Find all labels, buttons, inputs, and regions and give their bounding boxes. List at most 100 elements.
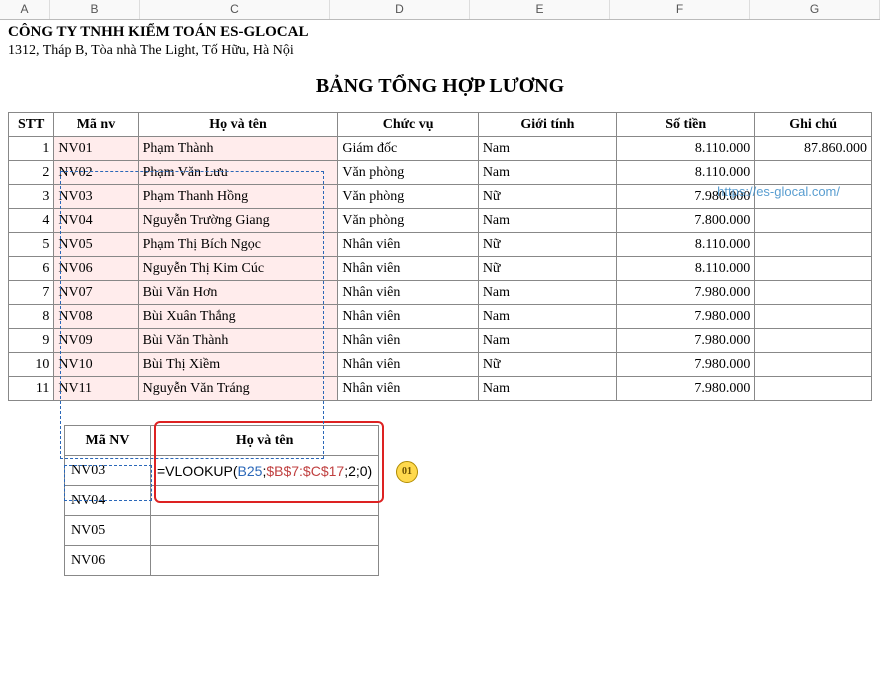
cell-ghichu[interactable]: 87.860.000 bbox=[755, 137, 872, 161]
cell-stt[interactable]: 7 bbox=[9, 281, 54, 305]
cell-chucvu[interactable]: Nhân viên bbox=[338, 353, 478, 377]
cell-hoten[interactable]: Nguyễn Thị Kim Cúc bbox=[138, 257, 338, 281]
col-header-B[interactable]: B bbox=[50, 0, 140, 19]
cell-gioitinh[interactable]: Nữ bbox=[478, 353, 616, 377]
table-row: 1NV01Phạm ThànhGiám đốcNam8.110.00087.86… bbox=[9, 137, 872, 161]
cell-stt[interactable]: 8 bbox=[9, 305, 54, 329]
lookup-manv-cell[interactable]: NV05 bbox=[65, 516, 151, 546]
cell-stt[interactable]: 2 bbox=[9, 161, 54, 185]
cell-sotien[interactable]: 7.980.000 bbox=[617, 377, 755, 401]
cell-chucvu[interactable]: Văn phòng bbox=[338, 209, 478, 233]
cell-stt[interactable]: 10 bbox=[9, 353, 54, 377]
col-header-D[interactable]: D bbox=[330, 0, 470, 19]
cell-sotien[interactable]: 8.110.000 bbox=[617, 257, 755, 281]
cell-chucvu[interactable]: Nhân viên bbox=[338, 257, 478, 281]
lookup-manv-cell[interactable]: NV03 bbox=[65, 456, 151, 486]
cell-chucvu[interactable]: Nhân viên bbox=[338, 281, 478, 305]
cell-hoten[interactable]: Bùi Văn Hơn bbox=[138, 281, 338, 305]
cell-sotien[interactable]: 8.110.000 bbox=[617, 233, 755, 257]
col-header-F[interactable]: F bbox=[610, 0, 750, 19]
col-header-E[interactable]: E bbox=[470, 0, 610, 19]
cell-gioitinh[interactable]: Nam bbox=[478, 161, 616, 185]
lookup-row: NV04 bbox=[65, 486, 379, 516]
cell-manv[interactable]: NV01 bbox=[54, 137, 138, 161]
col-header-G[interactable]: G bbox=[750, 0, 880, 19]
col-header-A[interactable]: A bbox=[0, 0, 50, 19]
cell-ghichu[interactable] bbox=[755, 353, 872, 377]
cell-hoten[interactable]: Nguyễn Văn Tráng bbox=[138, 377, 338, 401]
cell-manv[interactable]: NV07 bbox=[54, 281, 138, 305]
cell-manv[interactable]: NV06 bbox=[54, 257, 138, 281]
lookup-manv-cell[interactable]: NV04 bbox=[65, 486, 151, 516]
cell-gioitinh[interactable]: Nữ bbox=[478, 257, 616, 281]
cell-ghichu[interactable] bbox=[755, 257, 872, 281]
cell-gioitinh[interactable]: Nam bbox=[478, 305, 616, 329]
cell-manv[interactable]: NV03 bbox=[54, 185, 138, 209]
lookup-result-cell[interactable] bbox=[151, 486, 379, 516]
cell-chucvu[interactable]: Giám đốc bbox=[338, 137, 478, 161]
cell-ghichu[interactable] bbox=[755, 161, 872, 185]
table-row: 7NV07Bùi Văn HơnNhân viênNam7.980.000 bbox=[9, 281, 872, 305]
lookup-result-cell[interactable] bbox=[151, 516, 379, 546]
lookup-manv-cell[interactable]: NV06 bbox=[65, 546, 151, 576]
cell-gioitinh[interactable]: Nữ bbox=[478, 233, 616, 257]
cell-stt[interactable]: 9 bbox=[9, 329, 54, 353]
cell-ghichu[interactable] bbox=[755, 209, 872, 233]
cell-ghichu[interactable] bbox=[755, 281, 872, 305]
table-header-row: STT Mã nv Họ và tên Chức vụ Giới tính Số… bbox=[9, 113, 872, 137]
cell-chucvu[interactable]: Văn phòng bbox=[338, 185, 478, 209]
cell-sotien[interactable]: 7.980.000 bbox=[617, 305, 755, 329]
cell-sotien[interactable]: 7.980.000 bbox=[617, 329, 755, 353]
cell-ghichu[interactable] bbox=[755, 377, 872, 401]
cell-chucvu[interactable]: Nhân viên bbox=[338, 329, 478, 353]
col-header-C[interactable]: C bbox=[140, 0, 330, 19]
cell-gioitinh[interactable]: Nam bbox=[478, 137, 616, 161]
cell-manv[interactable]: NV08 bbox=[54, 305, 138, 329]
company-name: CÔNG TY TNHH KIỂM TOÁN ES-GLOCAL bbox=[8, 22, 872, 43]
cell-sotien[interactable]: 7.980.000 bbox=[617, 281, 755, 305]
table-row: 11NV11Nguyễn Văn TrángNhân viênNam7.980.… bbox=[9, 377, 872, 401]
cell-manv[interactable]: NV05 bbox=[54, 233, 138, 257]
table-row: 8NV08Bùi Xuân ThắngNhân viênNam7.980.000 bbox=[9, 305, 872, 329]
cell-manv[interactable]: NV11 bbox=[54, 377, 138, 401]
cell-chucvu[interactable]: Nhân viên bbox=[338, 377, 478, 401]
cell-gioitinh[interactable]: Nam bbox=[478, 209, 616, 233]
th-gioitinh: Giới tính bbox=[478, 113, 616, 137]
lookup-result-cell[interactable] bbox=[151, 546, 379, 576]
cell-sotien[interactable]: 8.110.000 bbox=[617, 137, 755, 161]
company-address: 1312, Tháp B, Tòa nhà The Light, Tố Hữu,… bbox=[8, 43, 872, 65]
cell-hoten[interactable]: Phạm Thành bbox=[138, 137, 338, 161]
cell-sotien[interactable]: 8.110.000 bbox=[617, 161, 755, 185]
cell-ghichu[interactable] bbox=[755, 329, 872, 353]
cell-hoten[interactable]: Bùi Văn Thành bbox=[138, 329, 338, 353]
cell-stt[interactable]: 5 bbox=[9, 233, 54, 257]
cell-manv[interactable]: NV09 bbox=[54, 329, 138, 353]
cell-hoten[interactable]: Phạm Thanh Hồng bbox=[138, 185, 338, 209]
cell-stt[interactable]: 6 bbox=[9, 257, 54, 281]
cell-gioitinh[interactable]: Nam bbox=[478, 281, 616, 305]
cell-stt[interactable]: 4 bbox=[9, 209, 54, 233]
cell-chucvu[interactable]: Nhân viên bbox=[338, 305, 478, 329]
cell-manv[interactable]: NV02 bbox=[54, 161, 138, 185]
cell-manv[interactable]: NV04 bbox=[54, 209, 138, 233]
cell-hoten[interactable]: Phạm Thị Bích Ngọc bbox=[138, 233, 338, 257]
cell-ghichu[interactable] bbox=[755, 305, 872, 329]
cell-sotien[interactable]: 7.800.000 bbox=[617, 209, 755, 233]
cell-ghichu[interactable] bbox=[755, 233, 872, 257]
cell-hoten[interactable]: Phạm Văn Lưu bbox=[138, 161, 338, 185]
cell-stt[interactable]: 1 bbox=[9, 137, 54, 161]
cell-stt[interactable]: 3 bbox=[9, 185, 54, 209]
cell-gioitinh[interactable]: Nam bbox=[478, 329, 616, 353]
cell-chucvu[interactable]: Văn phòng bbox=[338, 161, 478, 185]
cell-gioitinh[interactable]: Nữ bbox=[478, 185, 616, 209]
th-stt: STT bbox=[9, 113, 54, 137]
cell-hoten[interactable]: Bùi Xuân Thắng bbox=[138, 305, 338, 329]
formula-cell[interactable]: =VLOOKUP(B25;$B$7:$C$17;2;0) bbox=[151, 456, 379, 486]
cell-hoten[interactable]: Bùi Thị Xiềm bbox=[138, 353, 338, 377]
cell-chucvu[interactable]: Nhân viên bbox=[338, 233, 478, 257]
cell-manv[interactable]: NV10 bbox=[54, 353, 138, 377]
cell-sotien[interactable]: 7.980.000 bbox=[617, 353, 755, 377]
cell-gioitinh[interactable]: Nam bbox=[478, 377, 616, 401]
cell-stt[interactable]: 11 bbox=[9, 377, 54, 401]
cell-hoten[interactable]: Nguyễn Trường Giang bbox=[138, 209, 338, 233]
